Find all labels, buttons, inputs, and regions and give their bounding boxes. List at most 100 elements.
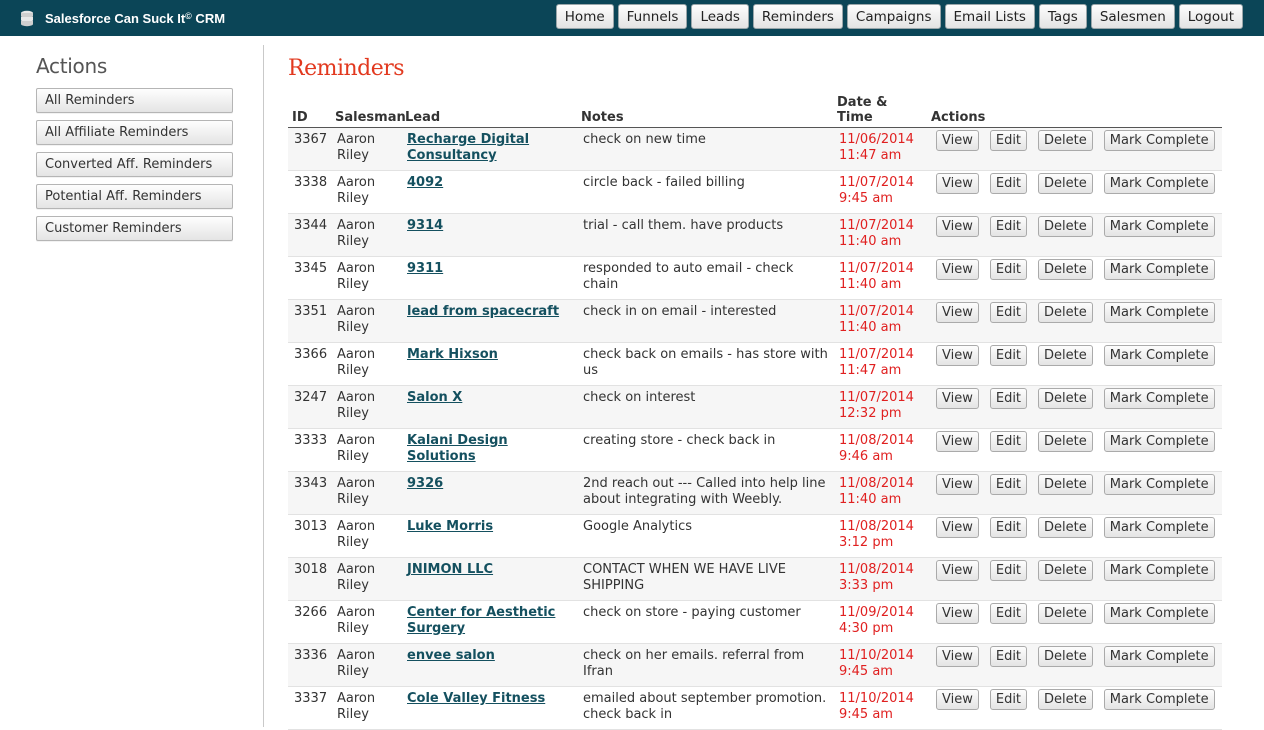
cell-lead: 9326 [401,471,577,515]
edit-button[interactable]: Edit [989,517,1028,538]
edit-button[interactable]: Edit [989,345,1028,366]
mark-complete-button[interactable]: Mark Complete [1103,689,1215,710]
delete-button[interactable]: Delete [1038,517,1093,538]
delete-button[interactable]: Delete [1038,345,1093,366]
mark-complete-button[interactable]: Mark Complete [1103,603,1215,624]
app-brand[interactable]: Salesforce Can Suck It © CRM [18,0,225,36]
delete-button[interactable]: Delete [1038,689,1093,710]
nav-logout-button[interactable]: Logout [1178,4,1243,29]
view-button[interactable]: View [936,560,979,581]
edit-button[interactable]: Edit [989,388,1028,409]
sidebar-converted-aff-reminders-button[interactable]: Converted Aff. Reminders [36,152,233,177]
edit-button[interactable]: Edit [989,259,1028,280]
delete-button[interactable]: Delete [1038,603,1093,624]
table-row: 3343 Aaron Riley 9326 2nd reach out --- … [288,471,1222,515]
lead-link[interactable]: Center for Aesthetic Surgery [407,605,555,636]
mark-complete-button[interactable]: Mark Complete [1103,474,1215,495]
edit-button[interactable]: Edit [989,603,1028,624]
delete-button[interactable]: Delete [1038,302,1093,323]
cell-id: 3344 [288,213,331,257]
lead-link[interactable]: Luke Morris [407,519,493,534]
delete-button[interactable]: Delete [1038,388,1093,409]
edit-button[interactable]: Edit [989,646,1028,667]
mark-complete-button[interactable]: Mark Complete [1103,431,1215,452]
delete-button[interactable]: Delete [1038,431,1093,452]
lead-link[interactable]: 9311 [407,261,443,276]
mark-complete-button[interactable]: Mark Complete [1103,259,1215,280]
delete-button[interactable]: Delete [1038,474,1093,495]
cell-lead: Mark Hixson [401,342,577,386]
cell-lead: Cole Valley Fitness [401,686,577,730]
cell-date-time: 11/08/2014 3:33 pm [833,557,927,601]
view-button[interactable]: View [936,474,979,495]
view-button[interactable]: View [936,259,979,280]
edit-button[interactable]: Edit [989,431,1028,452]
delete-button[interactable]: Delete [1038,646,1093,667]
sidebar-customer-reminders-button[interactable]: Customer Reminders [36,216,233,241]
edit-button[interactable]: Edit [989,302,1028,323]
delete-button[interactable]: Delete [1038,560,1093,581]
lead-link[interactable]: 4092 [407,175,443,190]
cell-salesman: Aaron Riley [331,213,401,257]
page-title: Reminders [288,56,405,81]
lead-link[interactable]: Recharge Digital Consultancy [407,132,529,163]
cell-actions: View Edit Delete Mark Complete [927,385,1222,429]
view-button[interactable]: View [936,603,979,624]
view-button[interactable]: View [936,388,979,409]
lead-link[interactable]: Mark Hixson [407,347,498,362]
view-button[interactable]: View [936,517,979,538]
nav-leads-button[interactable]: Leads [691,4,749,29]
lead-link[interactable]: Cole Valley Fitness [407,691,545,706]
view-button[interactable]: View [936,302,979,323]
nav-email-lists-button[interactable]: Email Lists [944,4,1035,29]
mark-complete-button[interactable]: Mark Complete [1103,345,1215,366]
mark-complete-button[interactable]: Mark Complete [1103,130,1215,151]
cell-lead: JNIMON LLC [401,557,577,601]
lead-link[interactable]: Salon X [407,390,462,405]
sidebar-all-affiliate-reminders-button[interactable]: All Affiliate Reminders [36,120,233,145]
mark-complete-button[interactable]: Mark Complete [1103,302,1215,323]
reminder-time: 3:12 pm [839,535,894,550]
nav-campaigns-button[interactable]: Campaigns [846,4,941,29]
delete-button[interactable]: Delete [1038,259,1093,280]
cell-actions: View Edit Delete Mark Complete [927,471,1222,515]
nav-funnels-button[interactable]: Funnels [617,4,688,29]
delete-button[interactable]: Delete [1038,130,1093,151]
view-button[interactable]: View [936,345,979,366]
lead-link[interactable]: envee salon [407,648,495,663]
view-button[interactable]: View [936,646,979,667]
edit-button[interactable]: Edit [989,130,1028,151]
nav-tags-button[interactable]: Tags [1038,4,1087,29]
reminder-time: 9:45 am [839,707,893,722]
nav-home-button[interactable]: Home [555,4,614,29]
edit-button[interactable]: Edit [989,689,1028,710]
edit-button[interactable]: Edit [989,560,1028,581]
mark-complete-button[interactable]: Mark Complete [1103,646,1215,667]
edit-button[interactable]: Edit [989,474,1028,495]
view-button[interactable]: View [936,689,979,710]
cell-actions: View Edit Delete Mark Complete [927,600,1222,644]
view-button[interactable]: View [936,173,979,194]
lead-link[interactable]: 9314 [407,218,443,233]
view-button[interactable]: View [936,431,979,452]
edit-button[interactable]: Edit [989,216,1028,237]
delete-button[interactable]: Delete [1038,216,1093,237]
nav-reminders-button[interactable]: Reminders [752,4,843,29]
view-button[interactable]: View [936,216,979,237]
delete-button[interactable]: Delete [1038,173,1093,194]
sidebar-all-reminders-button[interactable]: All Reminders [36,88,233,113]
lead-link[interactable]: JNIMON LLC [407,562,493,577]
mark-complete-button[interactable]: Mark Complete [1103,560,1215,581]
mark-complete-button[interactable]: Mark Complete [1103,388,1215,409]
lead-link[interactable]: Kalani Design Solutions [407,433,508,464]
lead-link[interactable]: lead from spacecraft [407,304,559,319]
sidebar-potential-aff-reminders-button[interactable]: Potential Aff. Reminders [36,184,233,209]
mark-complete-button[interactable]: Mark Complete [1103,216,1215,237]
lead-link[interactable]: 9326 [407,476,443,491]
mark-complete-button[interactable]: Mark Complete [1103,517,1215,538]
cell-actions: View Edit Delete Mark Complete [927,643,1222,687]
mark-complete-button[interactable]: Mark Complete [1103,173,1215,194]
edit-button[interactable]: Edit [989,173,1028,194]
view-button[interactable]: View [936,130,979,151]
nav-salesmen-button[interactable]: Salesmen [1090,4,1175,29]
